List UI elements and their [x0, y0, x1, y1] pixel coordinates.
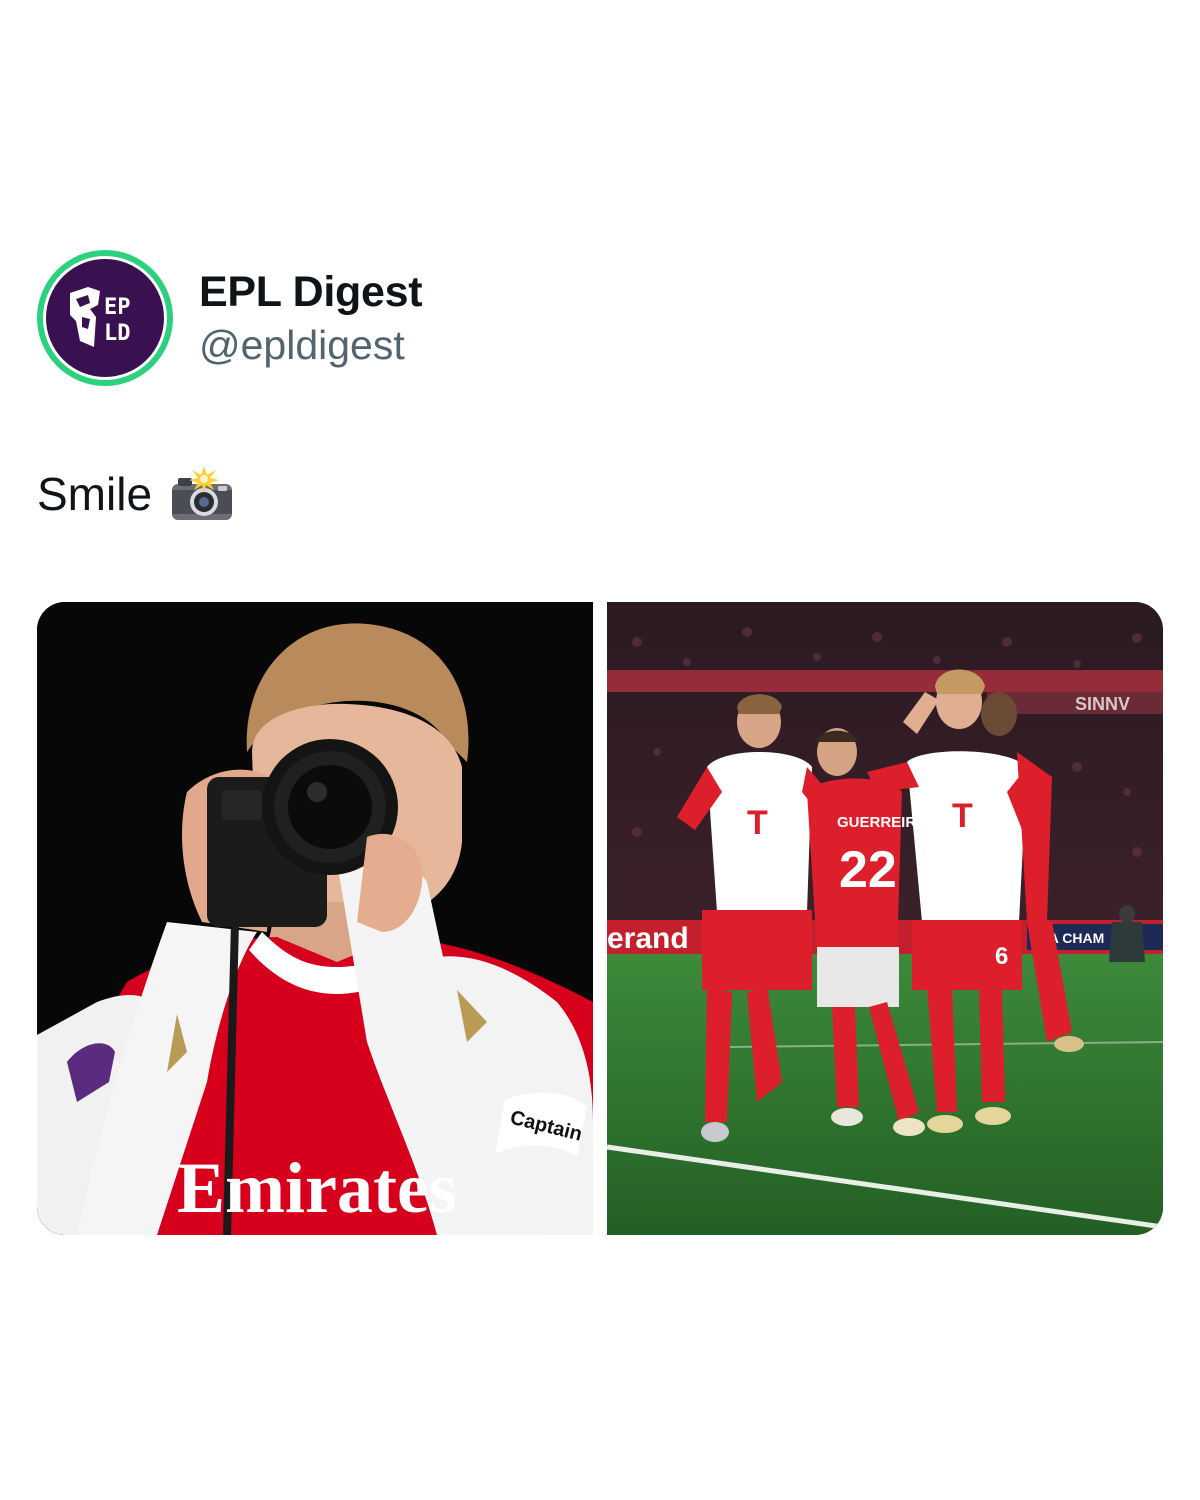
display-name[interactable]: EPL Digest [199, 265, 423, 319]
shorts-number: 6 [995, 943, 1008, 970]
svg-text:T: T [952, 797, 973, 835]
avatar-logo-text-top: EP [104, 295, 131, 320]
left-photo[interactable]: Captain Emirates [37, 602, 593, 1235]
avatar[interactable]: EP LD [37, 250, 173, 386]
ad-board-right-text: SINNV [1075, 694, 1130, 714]
player-photographing-icon: Captain Emirates [37, 602, 593, 1235]
tweet-card: EP LD EPL Digest @epldigest Smile Captai… [0, 0, 1200, 1500]
media-grid: Captain Emirates SINNV erand FA CHAM T G… [37, 602, 1163, 1235]
avatar-logo-text-bottom: LD [104, 321, 131, 346]
shirt-sponsor-text: Emirates [177, 1148, 457, 1228]
avatar-logo: EP LD [43, 256, 167, 380]
camera-with-flash-icon [170, 466, 234, 522]
tweet-header: EP LD EPL Digest @epldigest [37, 248, 423, 388]
ad-board-text: erand [607, 922, 689, 955]
team-celebration-icon: SINNV erand FA CHAM T GUERREIRO 22 T 6 [607, 602, 1163, 1235]
post-text: Smile [37, 466, 234, 522]
svg-text:T: T [747, 804, 768, 842]
jersey-back-number: 22 [839, 841, 897, 899]
post-text-content: Smile [37, 468, 153, 520]
account-names: EPL Digest @epldigest [199, 265, 423, 371]
right-photo[interactable]: SINNV erand FA CHAM T GUERREIRO 22 T 6 [607, 602, 1163, 1235]
account-handle[interactable]: @epldigest [199, 319, 422, 371]
